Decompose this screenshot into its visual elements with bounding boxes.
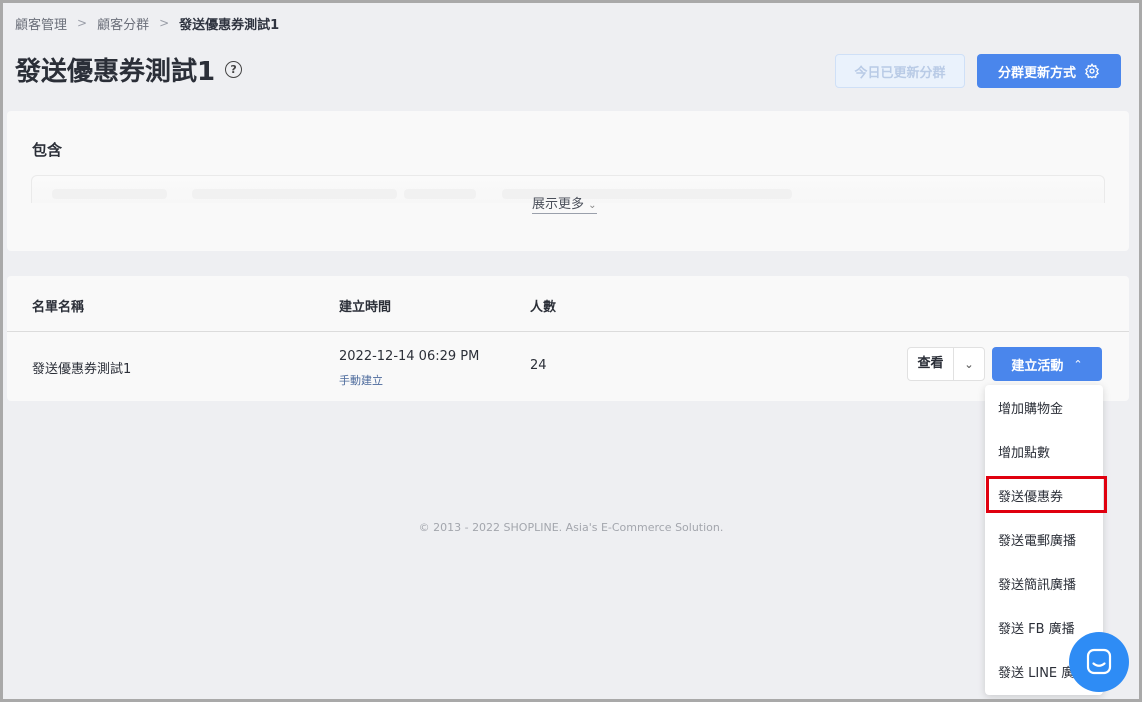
page-title-row: 發送優惠券測試1 ? [15, 51, 243, 88]
segment-table: 名單名稱 建立時間 人數 發送優惠券測試1 2022-12-14 06:29 P… [7, 276, 1129, 401]
menu-item-add-points[interactable]: 增加點數 [985, 429, 1103, 473]
gear-icon [1085, 63, 1099, 79]
condition-placeholder [192, 189, 397, 199]
breadcrumb-customer-management[interactable]: 顧客管理 [15, 14, 67, 33]
app-frame: 顧客管理 > 顧客分群 > 發送優惠券測試1 發送優惠券測試1 ? 今日已更新分… [3, 3, 1139, 699]
update-method-button[interactable]: 分群更新方式 [977, 54, 1121, 88]
condition-placeholder [404, 189, 476, 199]
chat-launcher-button[interactable] [1069, 632, 1129, 692]
create-campaign-label: 建立活動 [1011, 358, 1064, 374]
chat-icon [1086, 648, 1112, 675]
chevron-up-icon: ⌃ [1073, 357, 1083, 371]
include-card: 包含 展示更多 ⌄ [7, 111, 1129, 251]
chevron-right-icon: > [159, 16, 170, 30]
chevron-right-icon: > [77, 16, 88, 30]
footer-copyright: © 2013 - 2022 SHOPLINE. Asia's E-Commerc… [418, 521, 724, 534]
menu-item-add-credit[interactable]: 增加購物金 [985, 385, 1103, 429]
show-more-link[interactable]: 展示更多 ⌄ [532, 193, 597, 214]
help-icon[interactable]: ? [225, 61, 243, 78]
create-campaign-button[interactable]: 建立活動 ⌃ [992, 347, 1102, 381]
breadcrumb-customer-segments[interactable]: 顧客分群 [97, 14, 149, 33]
chevron-down-icon: ⌄ [588, 200, 597, 211]
page-title: 發送優惠券測試1 [15, 57, 216, 87]
chevron-down-icon[interactable]: ⌄ [954, 358, 984, 371]
view-button[interactable]: 查看 [908, 348, 954, 380]
include-title: 包含 [32, 141, 63, 159]
column-header-name: 名單名稱 [32, 300, 85, 315]
breadcrumb: 顧客管理 > 顧客分群 > 發送優惠券測試1 [15, 13, 279, 33]
breadcrumb-current: 發送優惠券測試1 [179, 17, 280, 33]
update-method-label: 分群更新方式 [997, 65, 1076, 81]
menu-item-send-coupon[interactable]: 發送優惠券 [985, 473, 1103, 517]
row-created-by: 手動建立 [339, 374, 383, 387]
menu-item-sms-broadcast[interactable]: 發送簡訊廣播 [985, 561, 1103, 605]
row-name: 發送優惠券測試1 [32, 362, 132, 377]
column-header-count: 人數 [530, 300, 557, 315]
updated-today-button[interactable]: 今日已更新分群 [835, 54, 965, 88]
row-count: 24 [530, 358, 547, 373]
row-created-at: 2022-12-14 06:29 PM [339, 349, 480, 364]
show-more-label: 展示更多 [532, 197, 585, 212]
view-split-button[interactable]: 查看 ⌄ [907, 347, 985, 381]
table-divider [7, 331, 1129, 332]
condition-placeholder [52, 189, 167, 199]
column-header-created-at: 建立時間 [339, 300, 392, 315]
menu-item-email-broadcast[interactable]: 發送電郵廣播 [985, 517, 1103, 561]
